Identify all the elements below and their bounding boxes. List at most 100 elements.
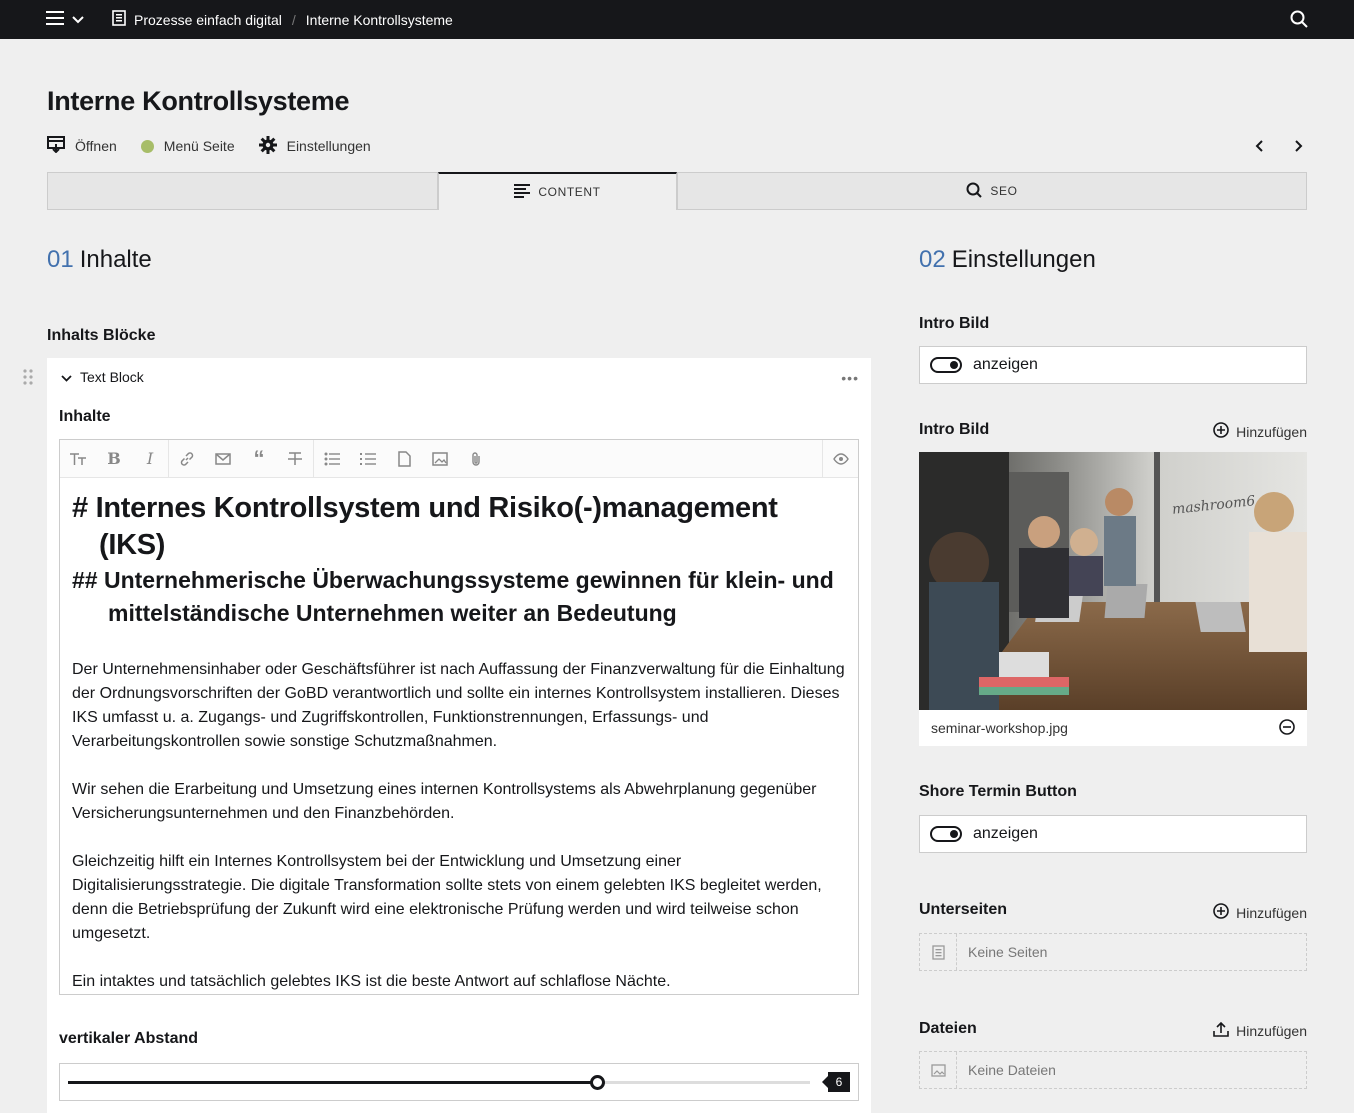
markdown-paragraph: Gleichzeitig hilft ein Internes Kontroll… [72,853,822,942]
status-dot-icon [140,139,154,153]
status-label: Menü Seite [163,138,235,154]
subpages-empty-text: Keine Seiten [968,944,1048,960]
chevron-left-icon[interactable] [1251,136,1267,156]
termin-label: Shore Termin Button [919,783,1077,800]
link-icon[interactable] [169,440,205,478]
files-empty: Keine Dateien [919,1051,1307,1089]
add-label: Hinzufügen [1236,904,1307,921]
open-label: Öffnen [75,138,117,154]
editor-toolbar: B I “ [60,439,858,478]
bold-icon[interactable]: B [96,440,132,478]
tab-spacer [47,172,438,210]
tab-seo[interactable]: SEO [677,172,1307,210]
section-heading-content: 01 Inhalte [47,246,152,274]
settings-label: Einstellungen [286,138,371,154]
italic-icon[interactable]: I [132,440,168,478]
open-button[interactable]: Öffnen [47,136,117,156]
section-title: Inhalte [79,246,152,273]
markdown-editor[interactable]: B I “ # Internes Kontrollsystem und Risi… [59,439,859,995]
text-lines-icon [514,183,531,201]
slider-fill [68,1081,597,1084]
email-icon[interactable] [205,440,241,478]
toggle-text: anzeigen [973,825,1038,842]
intro-toggle-label: Intro Bild [919,315,990,332]
termin-button-toggle[interactable]: anzeigen [919,815,1307,853]
toggle-text: anzeigen [973,356,1038,373]
section-title: Einstellungen [951,246,1096,273]
breadcrumb-page[interactable]: Interne Kontrollsysteme [306,12,453,28]
section-heading-settings: 02 Einstellungen [919,246,1096,274]
toggle-switch-icon[interactable] [930,826,962,842]
headings-icon[interactable] [60,440,96,478]
drag-handle-icon[interactable] [22,368,34,386]
image-caption: seminar-workshop.jpg [919,710,1307,746]
files-label: Dateien [919,1020,977,1037]
breadcrumb: Prozesse einfach digital / Interne Kontr… [112,0,453,39]
files-empty-text: Keine Dateien [968,1062,1056,1078]
remove-circle-icon[interactable] [1279,718,1295,738]
settings-button[interactable]: Einstellungen [258,135,371,157]
subpages-empty: Keine Seiten [919,933,1307,971]
open-icon [47,136,65,156]
page-actions: Öffnen Menü Seite Einstellungen [47,135,395,157]
toggle-switch-icon[interactable] [930,357,962,373]
page-pager [1251,136,1307,156]
slider-track[interactable] [68,1075,810,1090]
image-filename: seminar-workshop.jpg [931,720,1068,736]
breadcrumb-separator: / [291,11,296,28]
blocks-label: Inhalts Blöcke [47,327,156,344]
main-menu-button[interactable] [46,9,84,29]
attachment-icon[interactable] [458,440,494,478]
intro-image[interactable]: mashroom6 [919,452,1307,710]
quote-icon[interactable]: “ [241,440,277,478]
intro-image-card: mashroom6 seminar-workshop.jpg [919,452,1307,746]
breadcrumb-site[interactable]: Prozesse einfach digital [134,12,282,28]
tab-content-label: CONTENT [538,185,601,199]
upload-file-button[interactable]: Hinzufügen [1213,1021,1307,1040]
chevron-down-icon [72,11,84,27]
tab-bar: CONTENT SEO [47,172,1307,210]
block-toggle[interactable]: Text Block [61,369,144,385]
section-number: 02 [919,246,946,273]
spacing-label: vertikaler Abstand [59,1030,199,1047]
strikethrough-icon[interactable] [277,440,313,478]
search-icon[interactable] [1290,10,1308,28]
chevron-down-icon [61,369,72,385]
add-label: Hinzufügen [1236,423,1307,440]
tab-content[interactable]: CONTENT [438,172,677,210]
image-icon [920,1052,957,1088]
gear-icon [258,135,277,157]
section-number: 01 [47,246,74,273]
slider-thumb[interactable] [590,1075,605,1090]
upload-icon [1213,1021,1229,1040]
block-type-label: Text Block [80,369,144,385]
plus-circle-icon [1213,422,1229,441]
preview-eye-icon[interactable] [822,439,858,478]
markdown-heading-2: ## Unternehmerische Überwachungssysteme … [72,567,834,626]
top-bar: Prozesse einfach digital / Interne Kontr… [0,0,1354,39]
field-label: Inhalte [59,408,111,425]
slider-value: 6 [822,1072,850,1092]
tab-seo-label: SEO [990,184,1018,198]
markdown-paragraph: Ein intaktes und tatsächlich gelebtes IK… [72,973,671,990]
page-icon [920,934,957,970]
subpages-label: Unterseiten [919,901,1008,918]
status-button[interactable]: Menü Seite [140,136,235,156]
markdown-paragraph: Der Unternehmensinhaber oder Geschäftsfü… [72,661,845,750]
chevron-right-icon[interactable] [1291,136,1307,156]
plus-circle-icon [1213,903,1229,922]
image-icon[interactable] [422,440,458,478]
page-link-icon[interactable] [386,440,422,478]
intro-image-label: Intro Bild [919,421,990,438]
editor-content[interactable]: # Internes Kontrollsystem und Risiko(-)m… [60,478,858,994]
intro-image-toggle[interactable]: anzeigen [919,346,1307,384]
more-options-icon[interactable]: ••• [841,370,859,386]
add-subpage-button[interactable]: Hinzufügen [1213,903,1307,922]
markdown-paragraph: Wir sehen die Erarbeitung und Umsetzung … [72,781,817,822]
spacing-slider: 6 [59,1063,859,1101]
bullet-list-icon[interactable] [314,440,350,478]
page-icon [112,10,126,29]
ordered-list-icon[interactable] [350,440,386,478]
search-icon [966,182,983,201]
add-image-button[interactable]: Hinzufügen [1213,422,1307,441]
